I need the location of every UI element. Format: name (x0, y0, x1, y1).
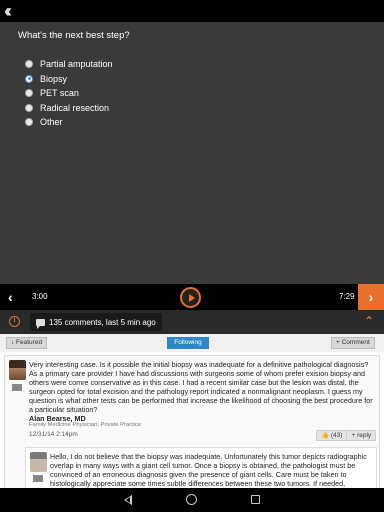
option-radical-resection[interactable]: Radical resection (25, 101, 113, 115)
option-label: Radical resection (40, 102, 110, 113)
comments-panel: ↓ Featured Following + Comment Very inte… (0, 334, 384, 488)
nav-back-icon[interactable] (124, 495, 132, 505)
reply-button[interactable]: + reply (347, 430, 377, 441)
double-chevron-left-icon[interactable]: ‹‹ (4, 2, 12, 20)
next-chevron-icon[interactable]: › (358, 284, 384, 310)
option-label: Partial amputation (40, 59, 113, 69)
info-icon[interactable]: i (9, 316, 20, 327)
option-biopsy[interactable]: Biopsy (25, 72, 113, 86)
quiz-panel: What's the next best step? Partial amput… (0, 22, 384, 284)
current-time: 3:00 (32, 292, 48, 301)
following-button[interactable]: Following (167, 337, 209, 349)
radio-button[interactable] (25, 89, 33, 97)
option-label: PET scan (40, 88, 79, 98)
end-time: 7:29 (339, 292, 355, 301)
top-bar: ‹‹ (0, 0, 384, 22)
mail-icon[interactable] (33, 475, 43, 482)
option-label: Other (40, 117, 63, 127)
previous-chevron-icon[interactable]: ‹ (8, 289, 13, 305)
radio-button[interactable] (25, 103, 33, 112)
mail-icon[interactable] (12, 384, 22, 391)
comments-tab[interactable]: 135 comments, last 5 min ago (30, 313, 162, 331)
radio-button[interactable] (25, 60, 33, 68)
comment-card: Very interesting case. Is it possible th… (4, 355, 380, 488)
comments-summary: 135 comments, last 5 min ago (49, 317, 156, 327)
comments-header: i 135 comments, last 5 min ago ⌃ (0, 310, 384, 334)
featured-sort-button[interactable]: ↓ Featured (6, 337, 48, 349)
option-pet-scan[interactable]: PET scan (25, 86, 113, 100)
add-comment-button[interactable]: + Comment (331, 337, 375, 349)
avatar[interactable] (30, 452, 47, 472)
chevron-up-icon[interactable]: ⌃ (364, 314, 374, 328)
reply-card: Hello, I do not believe that the biopsy … (25, 447, 377, 488)
nav-home-icon[interactable] (186, 494, 197, 505)
option-label: Biopsy (40, 73, 68, 84)
radio-button-selected[interactable] (25, 74, 33, 83)
comment-date: 12/31/14 2:14pm (29, 431, 78, 438)
author-role: Family Medicine Physician, Private Pract… (29, 422, 142, 428)
like-button[interactable]: 👍 (43) (316, 430, 348, 441)
thumbs-up-icon: 👍 (321, 432, 330, 439)
radio-button[interactable] (25, 118, 33, 126)
nav-recents-icon[interactable] (251, 495, 260, 504)
answer-options: Partial amputation Biopsy PET scan Radic… (25, 57, 113, 130)
comments-toolbar: ↓ Featured Following + Comment (0, 334, 384, 352)
question-text: What's the next best step? (18, 30, 130, 41)
android-nav-bar (0, 488, 384, 512)
option-other[interactable]: Other (25, 115, 113, 129)
like-count: (43) (330, 432, 343, 439)
avatar[interactable] (9, 360, 26, 380)
option-partial-amputation[interactable]: Partial amputation (25, 57, 113, 71)
comment-actions: 👍 (43) + reply (316, 430, 377, 441)
chat-bubble-icon (36, 318, 45, 329)
play-icon[interactable] (180, 287, 201, 308)
reply-text: Hello, I do not believe that the biopsy … (50, 452, 367, 488)
comment-text: Very interesting case. Is it possible th… (29, 360, 373, 414)
media-player-bar: ‹ 3:00 7:29 › (0, 284, 384, 310)
